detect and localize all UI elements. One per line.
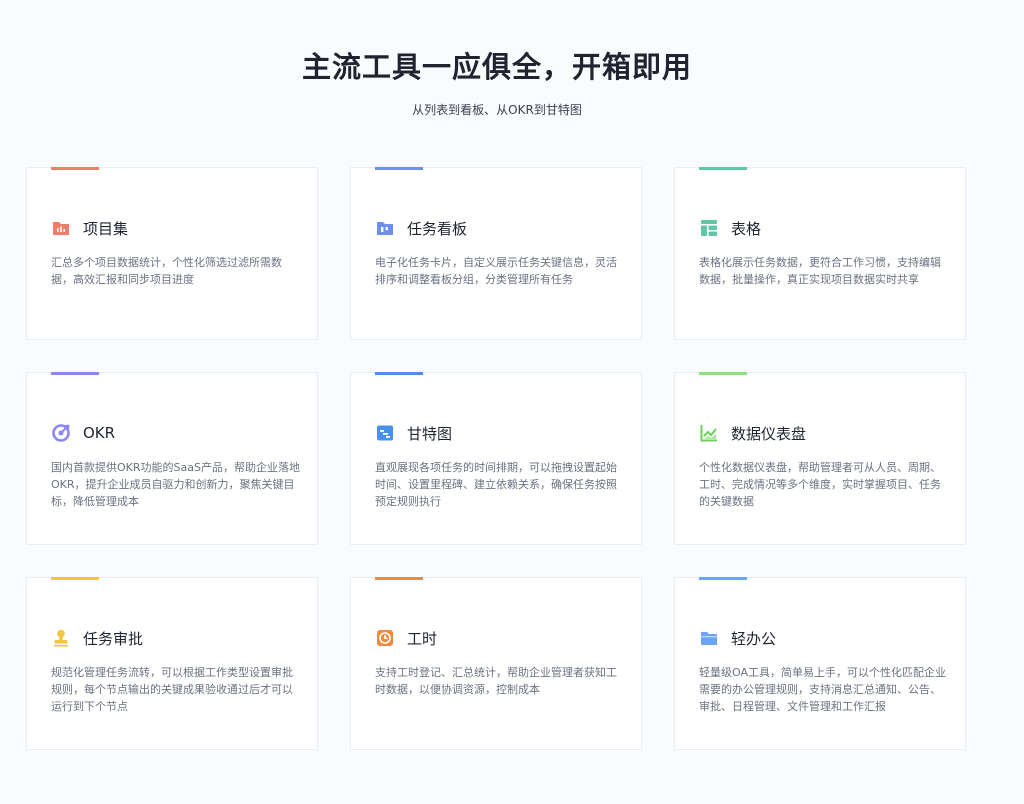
table-icon: [699, 218, 719, 238]
page-title: 主流工具一应俱全，开箱即用: [301, 50, 692, 84]
card-title: 项目集: [83, 219, 129, 238]
card-title: 任务审批: [83, 629, 144, 648]
card-accent-bar: [699, 167, 747, 170]
card-description: 规范化管理任务流转，可以根据工作类型设置审批规则，每个节点输出的关键成果验收通过…: [51, 666, 293, 713]
card-description: 电子化任务卡片，自定义展示任务关键信息，灵活排序和调整看板分组，分类管理所有任务: [375, 256, 617, 286]
card-accent-bar: [51, 167, 99, 170]
card-title: 任务看板: [407, 219, 468, 238]
card-description: 国内首款提供OKR功能的SaaS产品，帮助企业落地OKR，提升企业成员自驱力和创…: [51, 461, 300, 508]
okr-target-icon: [51, 423, 71, 443]
feature-card-approval[interactable]: 任务审批 规范化管理任务流转，可以根据工作类型设置审批规则，每个节点输出的关键成…: [26, 577, 318, 750]
approval-stamp-icon: [51, 628, 71, 648]
card-description: 表格化展示任务数据，更符合工作习惯，支持编辑数据，批量操作，真正实现项目数据实时…: [699, 256, 941, 286]
card-description: 支持工时登记、汇总统计，帮助企业管理者获知工时数据，以便协调资源，控制成本: [375, 666, 617, 696]
feature-card-light-office[interactable]: 轻办公 轻量级OA工具，简单易上手，可以个性化匹配企业需要的办公管理规则，支持消…: [674, 577, 966, 750]
card-accent-bar: [375, 577, 423, 580]
feature-card-dashboard[interactable]: 数据仪表盘 个性化数据仪表盘，帮助管理者可从人员、周期、工时、完成情况等多个维度…: [674, 372, 966, 545]
feature-card-kanban[interactable]: 任务看板 电子化任务卡片，自定义展示任务关键信息，灵活排序和调整看板分组，分类管…: [350, 167, 642, 340]
gantt-icon: [375, 423, 395, 443]
dashboard-chart-icon: [699, 423, 719, 443]
card-title: 甘特图: [407, 424, 453, 443]
card-description: 汇总多个项目数据统计，个性化筛选过滤所需数据，高效汇报和同步项目进度: [51, 256, 282, 286]
card-accent-bar: [699, 372, 747, 375]
card-description: 直观展现各项任务的时间排期，可以拖拽设置起始时间、设置里程碑、建立依赖关系，确保…: [375, 461, 617, 508]
card-title: 数据仪表盘: [731, 424, 807, 443]
project-set-icon: [51, 218, 71, 238]
feature-card-okr[interactable]: OKR 国内首款提供OKR功能的SaaS产品，帮助企业落地OKR，提升企业成员自…: [26, 372, 318, 545]
page-subtitle: 从列表到看板、从OKR到甘特图: [412, 103, 582, 117]
card-accent-bar: [51, 577, 99, 580]
card-title: OKR: [83, 424, 116, 442]
card-title: 轻办公: [731, 629, 777, 648]
card-accent-bar: [51, 372, 99, 375]
card-description: 轻量级OA工具，简单易上手，可以个性化匹配企业需要的办公管理规则，支持消息汇总通…: [699, 666, 946, 713]
card-description: 个性化数据仪表盘，帮助管理者可从人员、周期、工时、完成情况等多个维度，实时掌握项…: [699, 461, 941, 508]
card-accent-bar: [699, 577, 747, 580]
feature-card-gantt[interactable]: 甘特图 直观展现各项任务的时间排期，可以拖拽设置起始时间、设置里程碑、建立依赖关…: [350, 372, 642, 545]
kanban-icon: [375, 218, 395, 238]
card-accent-bar: [375, 372, 423, 375]
clock-icon: [375, 628, 395, 648]
folder-icon: [699, 628, 719, 648]
feature-card-worktime[interactable]: 工时 支持工时登记、汇总统计，帮助企业管理者获知工时数据，以便协调资源，控制成本: [350, 577, 642, 750]
feature-card-table[interactable]: 表格 表格化展示任务数据，更符合工作习惯，支持编辑数据，批量操作，真正实现项目数…: [674, 167, 966, 340]
card-title: 工时: [407, 629, 438, 648]
card-title: 表格: [731, 219, 762, 238]
card-accent-bar: [375, 167, 423, 170]
feature-card-project-set[interactable]: 项目集 汇总多个项目数据统计，个性化筛选过滤所需数据，高效汇报和同步项目进度: [26, 167, 318, 340]
